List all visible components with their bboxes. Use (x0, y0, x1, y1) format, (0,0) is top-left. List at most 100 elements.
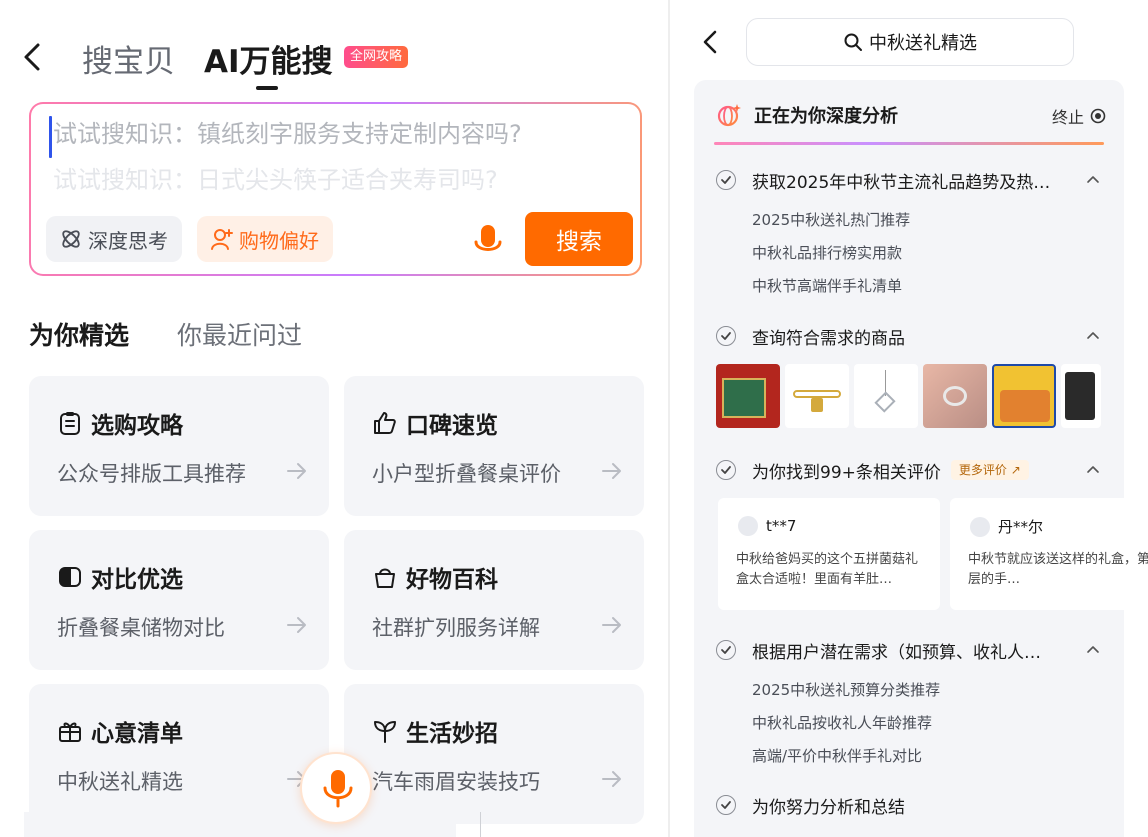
product-thumbnail[interactable] (1061, 364, 1101, 428)
query-search-field[interactable]: 中秋送礼精选 (746, 18, 1074, 66)
check-circle-icon (716, 170, 736, 190)
card-title: 对比优选 (91, 567, 183, 593)
card-title: 选购攻略 (91, 413, 183, 439)
card-title-row: 心意清单 (57, 714, 183, 748)
microphone-icon[interactable] (471, 222, 505, 262)
arrow-right-icon (602, 463, 621, 479)
analysis-step[interactable]: 根据用户潜在需求（如预算、收礼人… (716, 636, 1110, 664)
card-title-row: 口碑速览 (372, 406, 498, 440)
card-subtitle: 汽车雨眉安装技巧 (372, 770, 540, 794)
ai-search-home: 搜宝贝 AI万能搜 全网攻略 试试搜知识：日式尖头筷子适合夹寿司吗? 试试搜知识… (0, 0, 668, 837)
card-title-row: 好物百科 (372, 560, 498, 594)
step-label: 根据用户潜在需求（如预算、收礼人… (752, 642, 1041, 663)
back-arrow-icon[interactable] (20, 40, 44, 74)
sprout-icon (374, 721, 396, 743)
card-title-row: 对比优选 (57, 560, 183, 594)
step-subitem[interactable]: 2025中秋送礼预算分类推荐 (752, 679, 940, 700)
step-label: 为你努力分析和总结 (752, 797, 905, 818)
deep-think-toggle[interactable]: 深度思考 (46, 216, 182, 262)
tab-search-products[interactable]: 搜宝贝 (82, 36, 175, 81)
product-thumbnail[interactable] (992, 364, 1056, 428)
analysis-status-title: 正在为你深度分析 (754, 106, 898, 127)
search-button[interactable]: 搜索 (525, 212, 633, 266)
check-circle-icon (716, 460, 736, 480)
card-reputation-overview[interactable]: 口碑速览 小户型折叠餐桌评价 (344, 376, 644, 516)
ai-search-box: 试试搜知识：日式尖头筷子适合夹寿司吗? 试试搜知识：镇纸刻字服务支持定制内容吗?… (29, 102, 642, 276)
step-label: 查询符合需求的商品 (752, 328, 905, 349)
arrow-right-icon (287, 463, 306, 479)
card-subtitle: 中秋送礼精选 (57, 770, 183, 794)
analysis-step[interactable]: 获取2025年中秋节主流礼品趋势及热… (716, 166, 1110, 194)
clipboard-icon (60, 412, 80, 435)
tab-recent-questions[interactable]: 你最近问过 (177, 316, 302, 352)
card-gift-list[interactable]: 心意清单 中秋送礼精选 (29, 684, 329, 824)
arrow-right-icon (602, 617, 621, 633)
card-title: 心意清单 (91, 721, 183, 747)
query-text: 中秋送礼精选 (869, 33, 977, 54)
review-username: 丹**尔 (998, 518, 1044, 536)
chevron-up-icon[interactable] (1086, 174, 1100, 184)
card-title-row: 生活妙招 (372, 714, 498, 748)
search-placeholder-next: 试试搜知识：日式尖头筷子适合夹寿司吗? (53, 166, 498, 194)
progress-gradient-line (714, 142, 1104, 145)
step-subitem[interactable]: 高端/平价中秋伴手礼对比 (752, 745, 922, 766)
deep-think-label: 深度思考 (88, 228, 168, 253)
card-buying-guide[interactable]: 选购攻略 公众号排版工具推荐 (29, 376, 329, 516)
analysis-step[interactable]: 查询符合需求的商品 (716, 322, 1110, 350)
step-label: 为你找到99+条相关评价 (752, 462, 941, 483)
card-subtitle: 小户型折叠餐桌评价 (372, 462, 561, 486)
bag-icon (375, 568, 395, 588)
bottom-divider (480, 812, 481, 837)
product-thumbnail[interactable] (716, 364, 780, 428)
tab-ai-search[interactable]: AI万能搜 (204, 36, 333, 81)
avatar (738, 516, 758, 536)
stop-button[interactable]: 终止 (1052, 104, 1106, 128)
review-card[interactable]: t**7 中秋给爸妈买的这个五拼菌菇礼盒太合适啦！里面有羊肚… (718, 498, 940, 610)
step-subitem[interactable]: 中秋礼品按收礼人年龄推荐 (752, 712, 932, 733)
step-subitem[interactable]: 中秋礼品排行榜实用款 (752, 242, 902, 263)
active-tab-indicator (256, 86, 278, 90)
chevron-up-icon[interactable] (1086, 464, 1100, 474)
card-title-row: 选购攻略 (57, 406, 183, 440)
review-user: t**7 (738, 516, 796, 536)
card-title: 口碑速览 (406, 413, 498, 439)
card-life-tips[interactable]: 生活妙招 汽车雨眉安装技巧 (344, 684, 644, 824)
analysis-header: 正在为你深度分析 终止 (716, 100, 1106, 130)
review-card[interactable]: 丹**尔 中秋节就应该送这样的礼盒，第一层的手… (950, 498, 1148, 610)
shopping-preference-label: 购物偏好 (239, 228, 319, 253)
search-icon (844, 33, 862, 51)
analysis-step: 为你努力分析和总结 (716, 791, 1110, 819)
more-reviews-link[interactable]: 更多评价 ↗ (950, 460, 1029, 480)
voice-input-button[interactable] (300, 752, 372, 824)
review-username: t**7 (766, 517, 797, 535)
analysis-step[interactable]: 为你找到99+条相关评价 更多评价 ↗ (716, 456, 1110, 484)
step-subitem[interactable]: 2025中秋送礼热门推荐 (752, 209, 910, 230)
product-thumbnail[interactable] (785, 364, 849, 428)
search-placeholder: 试试搜知识：镇纸刻字服务支持定制内容吗? (53, 120, 522, 148)
step-subitem[interactable]: 中秋节高端伴手礼清单 (752, 275, 902, 296)
search-input[interactable]: 试试搜知识：日式尖头筷子适合夹寿司吗? 试试搜知识：镇纸刻字服务支持定制内容吗?… (31, 104, 640, 274)
text-caret (49, 116, 52, 158)
atom-icon (62, 230, 80, 248)
product-thumbnail[interactable] (923, 364, 987, 428)
card-product-encyclopedia[interactable]: 好物百科 社群扩列服务详解 (344, 530, 644, 670)
shopping-preference-button[interactable]: 购物偏好 (197, 216, 333, 262)
check-circle-icon (716, 326, 736, 346)
tab-for-you[interactable]: 为你精选 (29, 316, 129, 352)
step-label: 获取2025年中秋节主流礼品趋势及热… (752, 172, 1051, 193)
check-circle-icon (716, 795, 736, 815)
card-compare-pick[interactable]: 对比优选 折叠餐桌储物对比 (29, 530, 329, 670)
ai-tab-badge: 全网攻略 (344, 46, 409, 68)
stop-label: 终止 (1051, 108, 1084, 127)
back-arrow-icon[interactable] (700, 28, 720, 56)
analysis-screen: 中秋送礼精选 正在为你深度分析 终止 获取2025年中秋节主流礼品趋势及热… 2… (670, 0, 1148, 837)
card-title: 生活妙招 (406, 721, 498, 747)
check-circle-icon (716, 640, 736, 660)
chevron-up-icon[interactable] (1086, 644, 1100, 654)
bottom-bar (24, 812, 456, 837)
product-thumbnail[interactable] (854, 364, 918, 428)
stop-circle-icon (1090, 108, 1106, 124)
top-tab-bar: 搜宝贝 AI万能搜 全网攻略 (0, 30, 668, 90)
chevron-up-icon[interactable] (1086, 330, 1100, 340)
microphone-icon (323, 770, 353, 808)
